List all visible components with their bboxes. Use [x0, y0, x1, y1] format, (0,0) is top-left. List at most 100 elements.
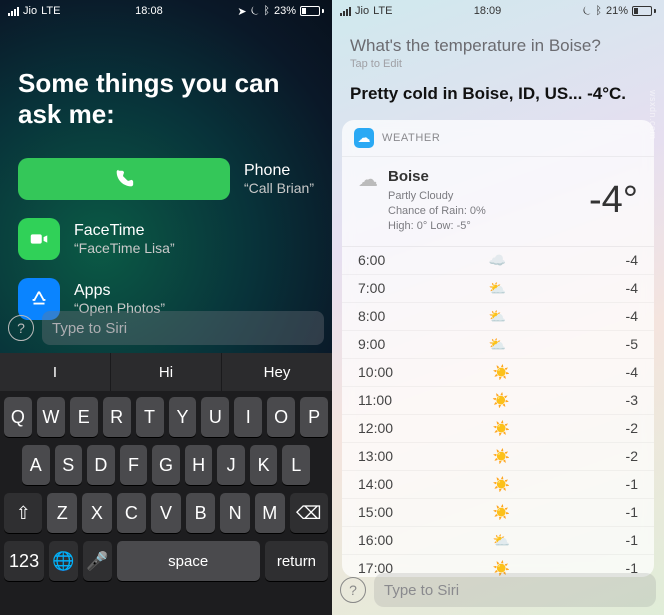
hour-temp: -2: [610, 448, 638, 464]
key-a[interactable]: A: [22, 445, 50, 485]
alarm-icon: ⏾: [583, 5, 592, 18]
prediction[interactable]: Hey: [222, 353, 332, 391]
hour-temp: -1: [610, 476, 638, 492]
key-y[interactable]: Y: [169, 397, 197, 437]
key-d[interactable]: D: [87, 445, 115, 485]
key-i[interactable]: I: [234, 397, 262, 437]
keyboard: QWERTYUIOP ASDFGHJKL ⇧ZXCVBNM⌫ 123 🌐 🎤 s…: [0, 391, 332, 615]
key-q[interactable]: Q: [4, 397, 32, 437]
key-numbers[interactable]: 123: [4, 541, 44, 581]
key-h[interactable]: H: [185, 445, 213, 485]
signal-icon: [8, 7, 19, 16]
hour-weather-icon: ☀️: [493, 476, 510, 493]
key-g[interactable]: G: [152, 445, 180, 485]
status-bar: Jio LTE 18:08 ➤ ⏾ ᛒ 23%: [0, 0, 332, 22]
hour-weather-icon: ☀️: [493, 504, 510, 521]
bluetooth-icon: ᛒ: [263, 5, 270, 17]
siri-text-input[interactable]: Type to Siri: [374, 573, 656, 607]
carrier: Jio: [23, 5, 37, 17]
suggestion-phone[interactable]: Phone “Call Brian”: [18, 158, 314, 200]
hour-temp: -1: [610, 504, 638, 520]
network: LTE: [373, 5, 392, 17]
hourly-row: 14:00☀️-1: [342, 471, 654, 499]
hour-weather-icon: ⛅: [493, 532, 510, 549]
phone-left: Jio LTE 18:08 ➤ ⏾ ᛒ 23% Some things you …: [0, 0, 332, 615]
hour-time: 13:00: [358, 448, 393, 464]
hour-time: 10:00: [358, 364, 393, 380]
hour-temp: -2: [610, 420, 638, 436]
help-button[interactable]: ?: [340, 577, 366, 603]
key-n[interactable]: N: [220, 493, 250, 533]
siri-question[interactable]: What's the temperature in Boise?: [350, 36, 646, 56]
key-o[interactable]: O: [267, 397, 295, 437]
suggestion-title: Apps: [74, 282, 165, 300]
key-p[interactable]: P: [300, 397, 328, 437]
key-z[interactable]: Z: [47, 493, 77, 533]
key-x[interactable]: X: [82, 493, 112, 533]
weather-app-label: WEATHER: [382, 132, 440, 144]
key-u[interactable]: U: [201, 397, 229, 437]
battery-pct: 23%: [274, 5, 296, 17]
hour-time: 12:00: [358, 420, 393, 436]
battery-icon: [300, 6, 324, 16]
hourly-row: 13:00 ☀️ -2: [342, 443, 654, 471]
hour-temp: -1: [610, 532, 638, 548]
key-mic[interactable]: 🎤: [83, 541, 112, 581]
hour-temp: -4: [610, 364, 638, 380]
help-button[interactable]: ?: [8, 315, 34, 341]
hour-weather-icon: ⛅: [489, 280, 506, 297]
clock: 18:08: [135, 5, 163, 17]
hour-time: 8:00: [358, 308, 385, 324]
city-name: Boise: [388, 167, 486, 187]
key-w[interactable]: W: [37, 397, 65, 437]
key-s[interactable]: S: [55, 445, 83, 485]
key-e[interactable]: E: [70, 397, 98, 437]
siri-text-input[interactable]: Type to Siri: [42, 311, 324, 345]
key-l[interactable]: L: [282, 445, 310, 485]
hourly-row: 16:00⛅-1: [342, 527, 654, 555]
hour-time: 9:00: [358, 336, 385, 352]
key-space[interactable]: space: [117, 541, 260, 581]
suggestion-title: Phone: [244, 162, 314, 180]
hour-weather-icon: ☁️: [489, 252, 506, 269]
suggestion-example: “FaceTime Lisa”: [74, 240, 175, 256]
prediction[interactable]: I: [0, 353, 111, 391]
key-j[interactable]: J: [217, 445, 245, 485]
hourly-row: 9:00⛅-5: [342, 331, 654, 359]
key-r[interactable]: R: [103, 397, 131, 437]
hourly-row: 10:00 ☀️ -4: [342, 359, 654, 387]
hour-time: 6:00: [358, 252, 385, 268]
clock: 18:09: [474, 5, 502, 17]
hourly-forecast[interactable]: 6:00☁️-47:00⛅-48:00⛅-49:00⛅-510:00☀️-411…: [342, 247, 654, 577]
key-v[interactable]: V: [151, 493, 181, 533]
hourly-row: 12:00 ☀️ -2: [342, 415, 654, 443]
key-shift[interactable]: ⇧: [4, 493, 42, 533]
weather-app-icon: ☁: [354, 128, 374, 148]
key-t[interactable]: T: [136, 397, 164, 437]
key-f[interactable]: F: [120, 445, 148, 485]
key-m[interactable]: M: [255, 493, 285, 533]
hour-weather-icon: ☀️: [493, 448, 510, 465]
key-backspace[interactable]: ⌫: [290, 493, 328, 533]
key-return[interactable]: return: [265, 541, 328, 581]
keyboard-predictions: I Hi Hey: [0, 353, 332, 391]
status-bar: Jio LTE 18:09 ⏾ ᛒ 21%: [332, 0, 664, 22]
siri-input-row: ? Type to Siri: [0, 303, 332, 353]
siri-heading: Some things you can ask me:: [18, 68, 314, 130]
bluetooth-icon: ᛒ: [595, 5, 602, 17]
hour-time: 7:00: [358, 280, 385, 296]
key-k[interactable]: K: [250, 445, 278, 485]
hour-weather-icon: ⛅: [489, 336, 506, 353]
suggestion-facetime[interactable]: FaceTime “FaceTime Lisa”: [18, 218, 314, 260]
key-c[interactable]: C: [117, 493, 147, 533]
facetime-icon: [18, 218, 60, 260]
key-globe[interactable]: 🌐: [49, 541, 78, 581]
hour-weather-icon: ☀️: [493, 420, 510, 437]
prediction[interactable]: Hi: [111, 353, 222, 391]
hour-time: 11:00: [358, 392, 392, 408]
tap-to-edit[interactable]: Tap to Edit: [350, 58, 646, 70]
hour-weather-icon: ☀️: [493, 364, 510, 381]
key-b[interactable]: B: [186, 493, 216, 533]
phone-right: Jio LTE 18:09 ⏾ ᛒ 21% What's the tempera…: [332, 0, 664, 615]
weather-card[interactable]: ☁ WEATHER ☁ Boise Partly Cloudy Chance o…: [342, 120, 654, 577]
